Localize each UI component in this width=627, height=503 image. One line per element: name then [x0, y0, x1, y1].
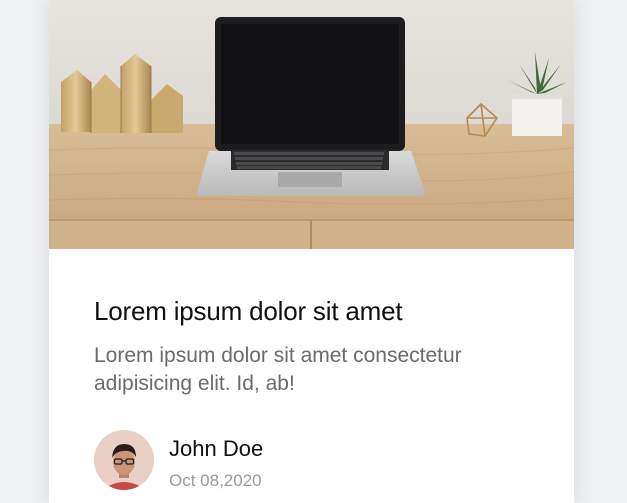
post-date: Oct 08,2020 — [169, 471, 262, 490]
avatar[interactable] — [94, 430, 154, 490]
card-title[interactable]: Lorem ipsum dolor sit amet — [94, 292, 534, 330]
card-body: Lorem ipsum dolor sit amet Lorem ipsum d… — [94, 292, 534, 398]
card-description: Lorem ipsum dolor sit amet consectetur a… — [94, 344, 462, 395]
blog-card: Lorem ipsum dolor sit amet Lorem ipsum d… — [49, 0, 574, 503]
author-block: John Doe Oct 08,2020 — [94, 430, 534, 492]
author-name[interactable]: John Doe — [169, 435, 263, 463]
card-cover-image — [49, 0, 574, 249]
